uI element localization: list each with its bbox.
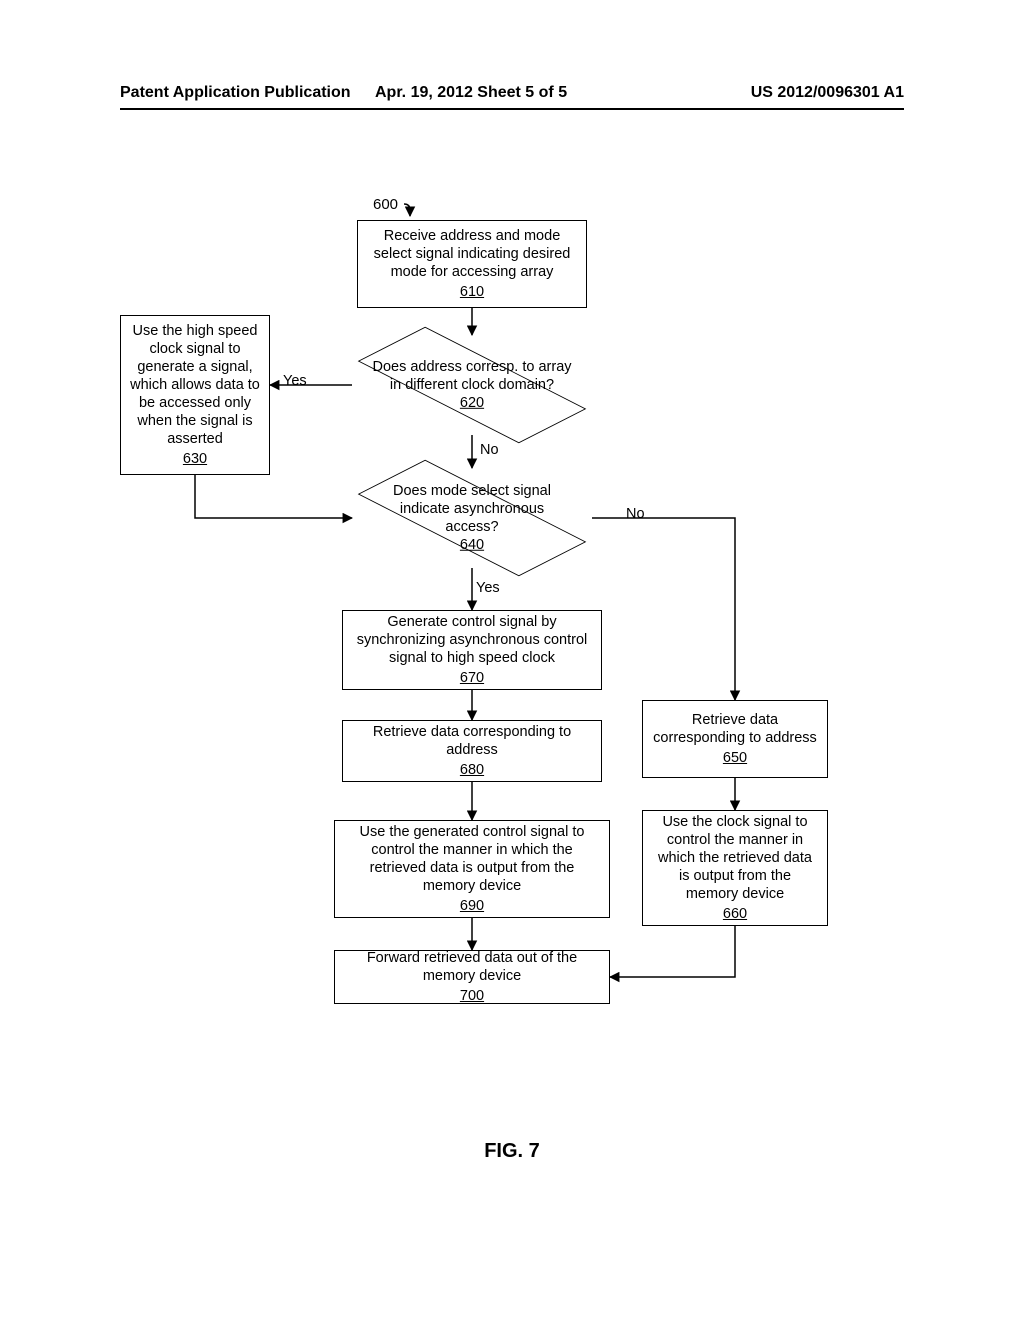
header-publication: Patent Application Publication — [120, 84, 351, 102]
header-date-sheet: Apr. 19, 2012 Sheet 5 of 5 — [375, 84, 567, 102]
page: Patent Application Publication Apr. 19, … — [0, 0, 1024, 1320]
flowchart-canvas: 600 Receive address and mode select sign… — [120, 160, 904, 1160]
header-rule — [120, 108, 904, 110]
header-patent-number: US 2012/0096301 A1 — [751, 84, 904, 102]
flowchart-lines — [120, 160, 904, 1160]
